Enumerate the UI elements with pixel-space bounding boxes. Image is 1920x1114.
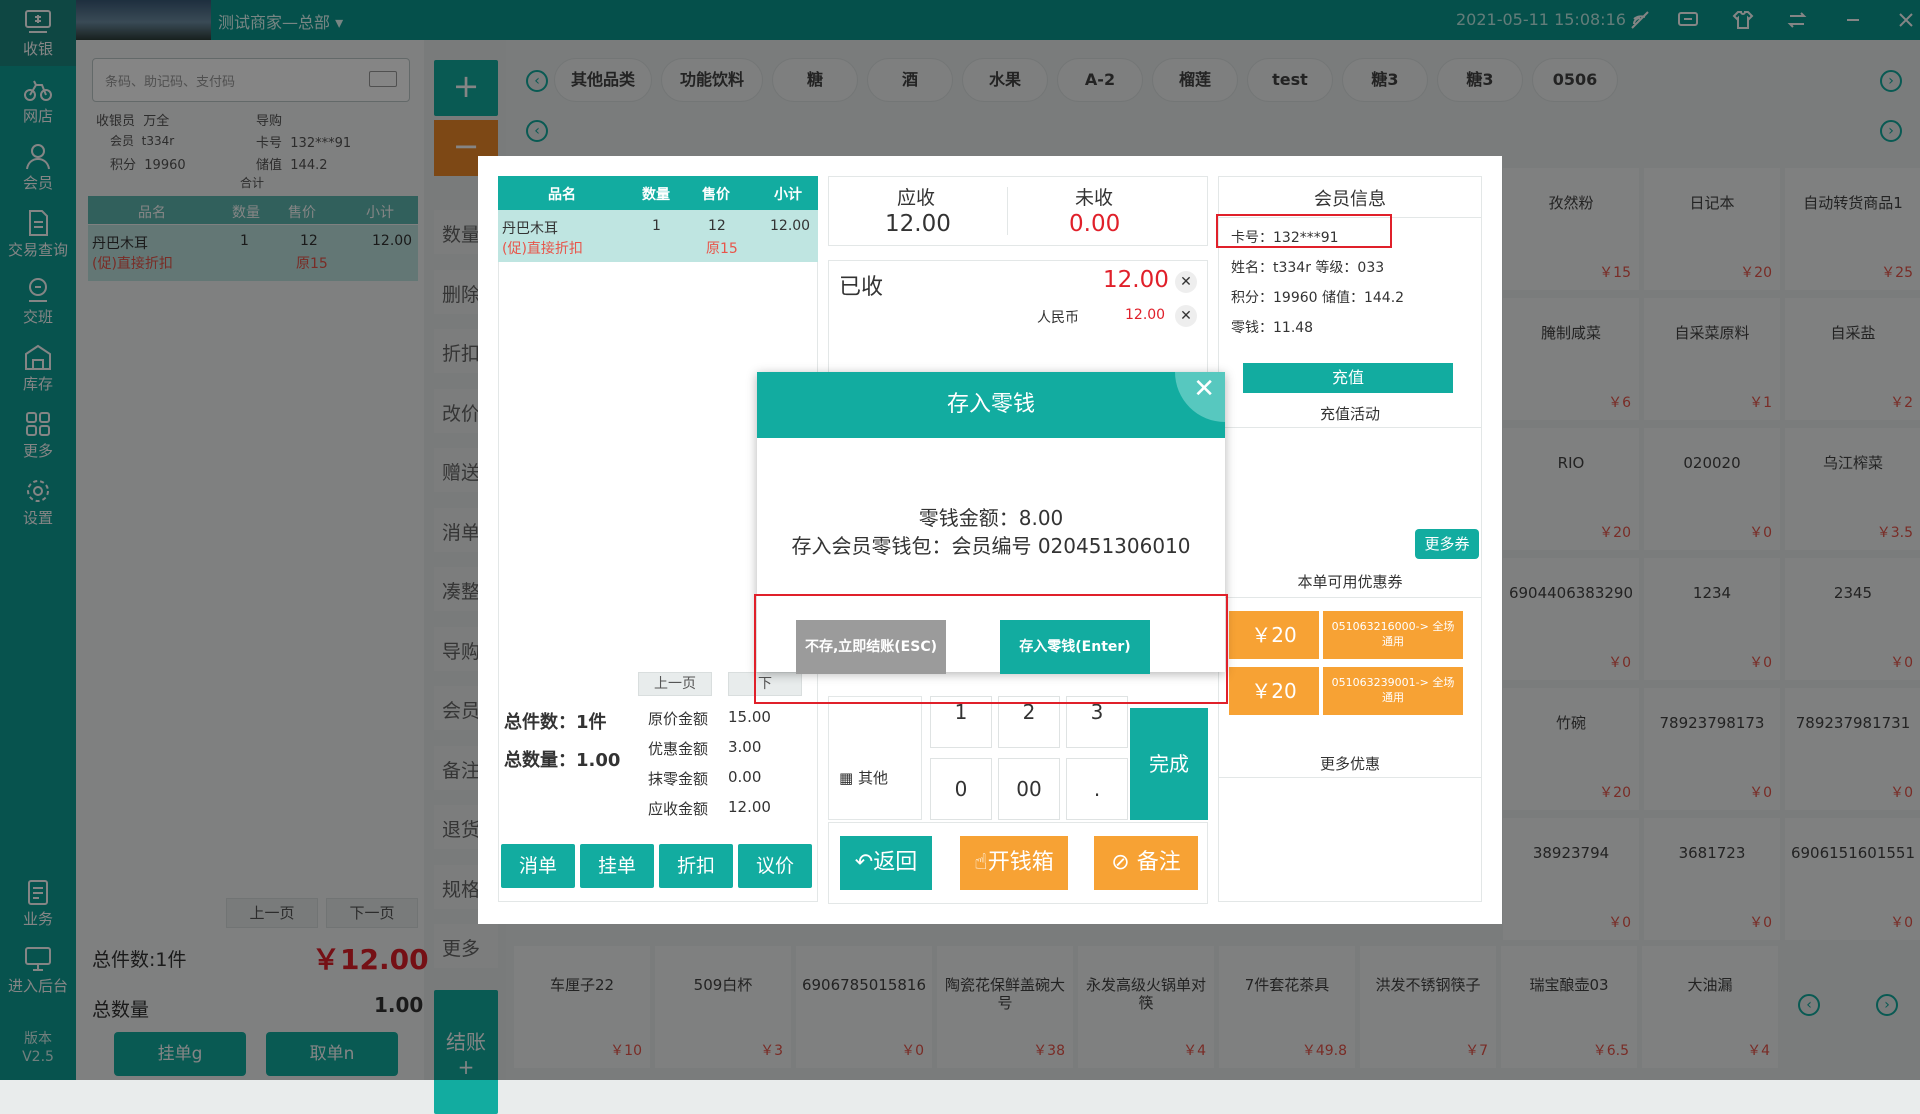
dialog-total-items: 总件数：1件 [504, 712, 607, 733]
table-row[interactable]: 丹巴木耳 (促)直接折扣 1 12 原15 12.00 [498, 210, 818, 262]
available-coupons-label: 本单可用优惠券 [1297, 573, 1403, 591]
coupon-code[interactable]: 051063216000-> 全场通用 [1323, 611, 1463, 659]
receivable-value: 12.00 [885, 211, 951, 237]
item-price: 12 [708, 218, 726, 234]
remove-paid-icon[interactable]: ✕ [1175, 271, 1197, 293]
unpaid-label: 未收 [1075, 187, 1114, 209]
item-subtotal: 12.00 [770, 218, 811, 234]
dialog-action-button[interactable]: 挂单 [580, 844, 654, 888]
summary-value: 0.00 [728, 768, 762, 786]
coupon-amount[interactable]: ￥20 [1229, 667, 1319, 715]
col-qty: 数量 [642, 187, 670, 203]
item-orig-price: 原15 [706, 241, 738, 257]
recharge-activity: 充值活动 [1319, 405, 1380, 423]
tag-icon: ⊘ [1111, 850, 1130, 875]
paid-label: 已收 [839, 275, 884, 300]
more-offers-label: 更多优惠 [1319, 755, 1380, 773]
back-label: 返回 [873, 850, 918, 875]
remove-rmb-icon[interactable]: ✕ [1175, 305, 1197, 327]
summary-value: 3.00 [728, 738, 762, 756]
key-dot[interactable]: . [1066, 758, 1128, 820]
return-icon: ↶ [854, 850, 874, 875]
other-label: 其他 [857, 769, 888, 787]
back-button[interactable]: ↶返回 [840, 836, 932, 890]
member-name-level: 姓名：t334r 等级：033 [1231, 260, 1385, 276]
rmb-value: 12.00 [1125, 307, 1166, 323]
remark-button[interactable]: ⊘ 备注 [1094, 836, 1198, 890]
key-00[interactable]: 00 [998, 758, 1060, 820]
popup-title: 存入零钱 [757, 372, 1225, 438]
other-payment-button[interactable]: ▦ 其他 [839, 767, 888, 788]
unpaid-value: 0.00 [1069, 211, 1121, 237]
member-title: 会员信息 [1314, 189, 1386, 210]
other-payment-panel: ▦ 其他 [828, 696, 922, 820]
pointer-icon: ☝ [974, 850, 988, 875]
summary-label: 应收金额 [648, 800, 709, 818]
col-name: 品名 [548, 187, 576, 203]
recharge-button[interactable]: 充值 [1243, 363, 1453, 393]
item-name: 丹巴木耳 [502, 221, 558, 237]
paid-value: 12.00 [1103, 267, 1169, 293]
highlight-card-box [1216, 214, 1392, 248]
dialog-action-button[interactable]: 议价 [738, 844, 812, 888]
change-amount: 零钱金额：8.00 [918, 506, 1064, 530]
member-points-stored: 积分：19960 储值：144.2 [1231, 290, 1405, 306]
rmb-label: 人民币 [1037, 310, 1079, 326]
receivable-label: 应收 [897, 187, 936, 209]
deposit-target: 存入会员零钱包：会员编号 020451306010 [791, 534, 1191, 558]
col-subtotal: 小计 [774, 187, 802, 203]
member-change: 零钱：11.48 [1231, 320, 1314, 336]
dialog-action-button[interactable]: 消单 [501, 844, 575, 888]
item-qty: 1 [652, 218, 661, 234]
remark-label: 备注 [1136, 850, 1181, 875]
paid-panel: 已收 12.00 ✕ 人民币 12.00 ✕ [828, 260, 1208, 380]
coupon-amount[interactable]: ￥20 [1229, 611, 1319, 659]
coupon-code[interactable]: 051063239001-> 全场通用 [1323, 667, 1463, 715]
cashbox-label: 开钱箱 [987, 850, 1054, 875]
highlight-buttons-box [754, 594, 1228, 704]
dialog-total-qty: 总数量：1.00 [504, 750, 621, 771]
order-table-header: 品名 数量 售价 小计 [498, 176, 818, 210]
col-price: 售价 [702, 187, 730, 203]
dialog-action-button[interactable]: 折扣 [659, 844, 733, 888]
member-panel: 会员信息 卡号：132***91 姓名：t334r 等级：033 积分：1996… [1218, 176, 1482, 902]
receivable-panel: 应收 12.00 未收 0.00 [828, 176, 1208, 246]
more-coupons-button[interactable]: 更多券 [1415, 529, 1479, 559]
open-cashbox-button[interactable]: ☝开钱箱 [960, 836, 1068, 890]
grid-icon: ▦ [839, 769, 854, 787]
summary-label: 原价金额 [648, 710, 709, 728]
key-0[interactable]: 0 [930, 758, 992, 820]
order-prev-page[interactable]: 上一页 [638, 672, 712, 696]
summary-label: 优惠金额 [648, 740, 709, 758]
item-promo: (促)直接折扣 [502, 241, 583, 257]
done-button[interactable]: 完成 [1130, 708, 1208, 820]
summary-value: 15.00 [728, 708, 771, 726]
summary-value: 12.00 [728, 798, 771, 816]
summary-label: 抹零金额 [648, 770, 709, 788]
